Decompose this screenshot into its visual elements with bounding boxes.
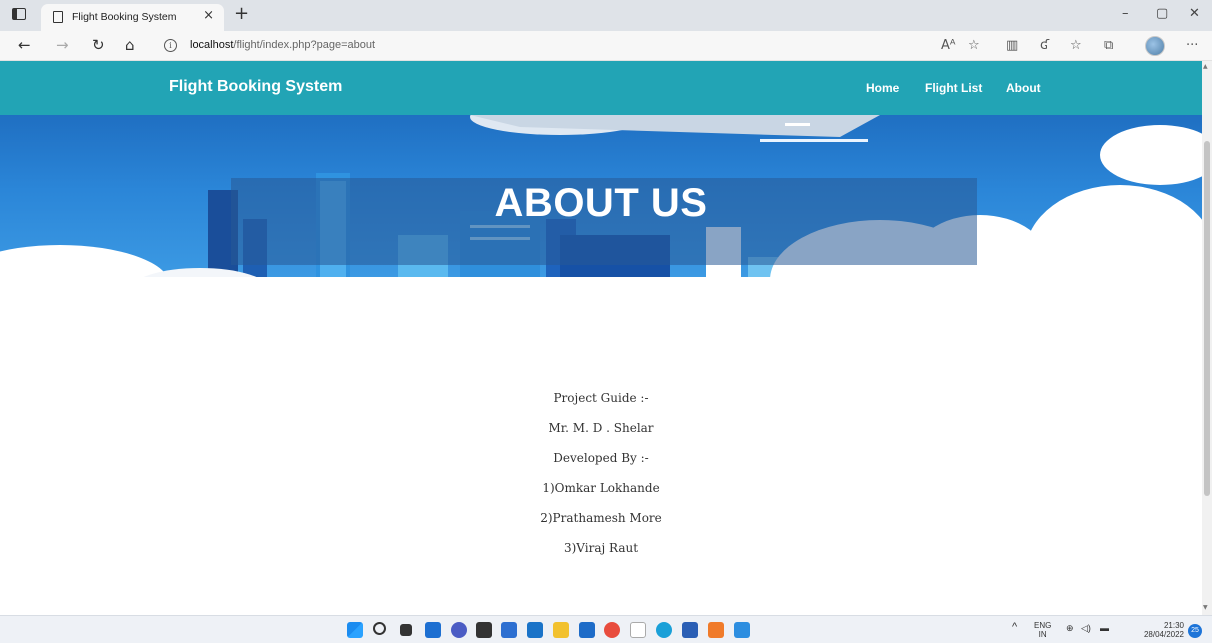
clock-time: 21:30 (1163, 621, 1184, 630)
page-scrollbar[interactable]: ▲ ▼ (1202, 61, 1212, 615)
language-indicator[interactable]: ENG IN (1034, 621, 1051, 639)
extension-icon[interactable]: ʛ (1040, 38, 1049, 53)
site-navbar: Flight Booking System Home Flight List A… (0, 61, 1202, 115)
clock[interactable]: 21:30 28/04/2022 (1128, 621, 1184, 639)
settings-more-icon[interactable]: ··· (1186, 38, 1198, 53)
tab-title: Flight Booking System (72, 11, 177, 23)
tab-actions-icon[interactable] (12, 8, 26, 20)
xampp-icon[interactable] (708, 622, 724, 638)
forward-icon[interactable]: → (56, 36, 69, 54)
site-info-icon[interactable]: i (164, 39, 177, 52)
credits-line: 1)Omkar Lokhande (542, 481, 660, 495)
tab-close-icon[interactable]: × (203, 8, 214, 23)
profile-avatar[interactable] (1145, 36, 1165, 56)
scroll-down-icon[interactable]: ▼ (1203, 604, 1208, 611)
windows-taskbar: ^ ENG IN ⊕ ◁) ▬ 21:30 28/04/2022 25 (0, 615, 1212, 643)
nav-home[interactable]: Home (866, 81, 899, 95)
url-path: /flight/index.php?page=about (233, 39, 376, 51)
url-host: localhost (190, 39, 234, 51)
search-icon[interactable] (373, 622, 386, 635)
collections-icon[interactable]: ⧉ (1104, 38, 1113, 53)
app-icon[interactable] (527, 622, 543, 638)
scroll-thumb[interactable] (1204, 141, 1210, 496)
credits-line: Project Guide :- (553, 391, 649, 405)
battery-icon[interactable]: ▬ (1100, 623, 1109, 633)
read-aloud-icon[interactable]: Aᴬ (941, 38, 956, 53)
language-code: ENG (1034, 621, 1052, 630)
widgets-icon[interactable] (425, 622, 441, 638)
browser-tab-bar: Flight Booking System × + – ▢ ✕ (0, 0, 1212, 31)
refresh-icon[interactable]: ↻ (92, 36, 105, 54)
task-view-icon[interactable] (400, 624, 412, 636)
windows-start-icon[interactable] (347, 622, 363, 638)
word-icon[interactable] (682, 622, 698, 638)
credits-line: 3)Viraj Raut (563, 541, 639, 555)
page-icon (53, 11, 63, 23)
home-icon[interactable]: ⌂ (125, 36, 135, 54)
minimize-button[interactable]: – (1122, 6, 1129, 21)
credits-line: Mr. M. D . Shelar (548, 421, 654, 435)
clock-date: 28/04/2022 (1143, 630, 1184, 639)
credits-line: Developed By :- (553, 451, 649, 465)
region-code: IN (1038, 630, 1047, 639)
favorites-icon[interactable]: ☆ (1070, 38, 1082, 53)
dropbox-icon[interactable] (501, 622, 517, 638)
add-favorite-icon[interactable]: ☆ (968, 38, 980, 53)
chat-icon[interactable] (451, 622, 467, 638)
nav-flight-list[interactable]: Flight List (925, 81, 982, 95)
new-tab-button[interactable]: + (234, 3, 249, 24)
address-bar: ← → ↻ ⌂ i localhost/flight/index.php?pag… (0, 31, 1212, 61)
page-viewport: Flight Booking System Home Flight List A… (0, 61, 1202, 615)
shopping-icon[interactable]: ▥ (1006, 38, 1018, 53)
edge-icon[interactable] (656, 622, 672, 638)
mail-icon[interactable] (579, 622, 595, 638)
scroll-up-icon[interactable]: ▲ (1203, 63, 1208, 70)
browser-tab[interactable]: Flight Booking System × (41, 4, 224, 31)
credits-line: 2)Prathamesh More (540, 511, 662, 525)
vscode-icon[interactable] (734, 622, 750, 638)
app-icon-2[interactable] (630, 622, 646, 638)
credits-section: Project Guide :- Mr. M. D . Shelar Devel… (0, 383, 1202, 563)
maximize-button[interactable]: ▢ (1156, 6, 1168, 21)
site-brand[interactable]: Flight Booking System (169, 78, 342, 96)
nav-about[interactable]: About (1006, 81, 1041, 95)
chrome-icon[interactable] (604, 622, 620, 638)
url-field[interactable]: localhost/flight/index.php?page=about (190, 39, 375, 51)
notification-badge[interactable]: 25 (1188, 624, 1202, 638)
file-explorer-icon[interactable] (553, 622, 569, 638)
hero-banner: ABOUT US (0, 115, 1202, 283)
tray-overflow-icon[interactable]: ^ (1012, 621, 1017, 633)
back-icon[interactable]: ← (18, 36, 31, 54)
volume-icon[interactable]: ◁) (1081, 623, 1091, 634)
close-window-button[interactable]: ✕ (1189, 6, 1200, 21)
network-icon[interactable]: ⊕ (1066, 623, 1074, 634)
store-icon[interactable] (476, 622, 492, 638)
page-title: ABOUT US (494, 181, 708, 225)
